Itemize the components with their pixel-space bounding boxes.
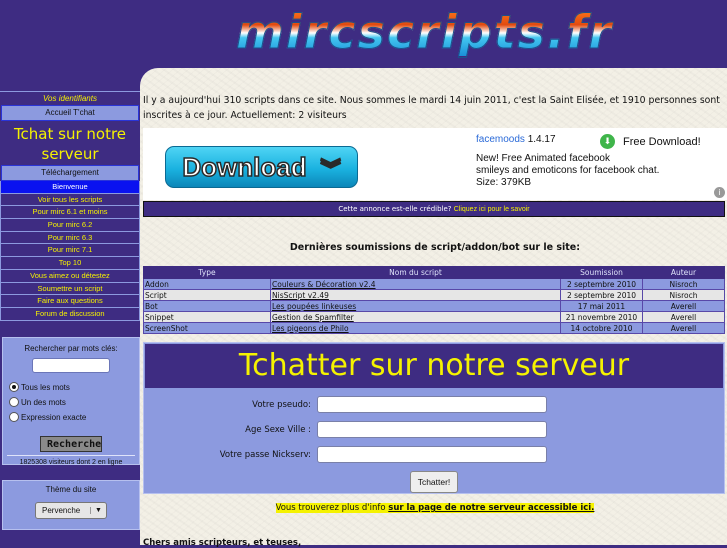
script-link[interactable]: Les pigeons de Philo [272,324,349,333]
tchat-heading[interactable]: Tchat sur notre serveur [0,121,140,165]
script-link[interactable]: NisScript v2.49 [272,291,329,300]
theme-panel: Thème du site Pervenche ▼ [2,480,140,530]
nav-faq[interactable]: Faire aux questions [1,295,139,308]
welcome-text: Chers amis scripteurs, et teuses, [143,538,302,548]
nav-mirc71[interactable]: Pour mirc 7.1 [1,244,139,258]
pseudo-input[interactable] [317,396,547,413]
header: mircscripts.fr [0,0,727,68]
server-page-link[interactable]: sur la page de notre serveur accessible … [388,503,594,513]
latest-title: Dernières soumissions de script/addon/bo… [289,242,581,253]
nav-aimez[interactable]: Vous aimez ou détestez [1,269,139,283]
nav-mirc61[interactable]: Pour mirc 6.1 et moins [1,206,139,220]
table-row: Bot Les poupées linkeuses 17 mai 2011 Av… [143,300,725,312]
visitor-count: 1825308 visiteurs dont 2 en ligne [19,459,123,466]
nav-bienvenue[interactable]: Bienvenue [1,181,139,194]
ad-banner[interactable]: Download ︾ facemoods 1.4.17 ⬇ Free Downlo… [143,128,727,200]
nickserv-label: Votre passe Nickserv: [219,449,311,460]
info-icon[interactable]: i [714,187,725,198]
ad-credibility-link[interactable]: Cliquez ici pour le savoir [454,206,530,213]
chevron-down-icon[interactable]: ▼ [90,507,106,514]
ad-brand[interactable]: facemoods [476,134,525,145]
script-link[interactable]: Les poupées linkeuses [272,302,356,311]
table-row: Script NisScript v2.49 2 septembre 2010 … [143,289,725,301]
nav-mirc62[interactable]: Pour mirc 6.2 [1,219,139,232]
double-chevron-down-icon: ︾ [320,158,342,182]
telechargement-button[interactable]: Téléchargement [1,165,139,181]
radio-unchecked-icon[interactable] [9,397,19,407]
nav-mirc63[interactable]: Pour mirc 6.3 [1,231,139,245]
script-link[interactable]: Couleurs & Décoration v2.4 [272,280,376,289]
asv-label: Age Sexe Ville : [245,424,311,435]
radio-tous-les-mots[interactable]: Tous les mots [9,380,139,394]
nickserv-password-input[interactable] [317,446,547,463]
ad-download-button[interactable]: Download ︾ [165,146,358,188]
latest-table: Type Nom du script Soumission Auteur Add… [143,266,725,334]
script-link[interactable]: Gestion de Spamfilter [272,313,354,322]
theme-label: Thème du site [45,485,97,494]
chat-title: Tchatter sur notre serveur [145,344,723,388]
nav-top10[interactable]: Top 10 [1,257,139,270]
table-row: Snippet Gestion de Spamfilter 21 novembr… [143,311,725,323]
nav-voir-tous[interactable]: Voir tous les scripts [1,193,139,207]
accueil-tchat-button[interactable]: Accueil T'chat [1,105,139,121]
download-arrow-icon: ⬇ [600,134,615,149]
radio-checked-icon[interactable] [9,382,19,392]
col-auteur: Auteur [642,266,725,279]
col-nom: Nom du script [270,266,561,279]
table-row: Addon Couleurs & Décoration v2.4 2 septe… [143,278,725,290]
nav-forum[interactable]: Forum de discussion [1,307,139,321]
sidebar-nav: Bienvenue Voir tous les scripts Pour mir… [0,181,140,321]
theme-select[interactable]: Pervenche ▼ [35,502,107,519]
ad-credibility-bar: Cette annonce est-elle crédible? Cliquez… [143,201,725,217]
search-panel: Rechercher par mots clés: Tous les mots … [2,337,140,466]
col-type: Type [143,266,271,279]
table-row: ScreenShot Les pigeons de Philo 14 octob… [143,322,725,334]
ident-title: Vos identifiants [0,91,140,105]
col-soumission: Soumission [560,266,643,279]
pseudo-label: Votre pseudo: [252,399,311,410]
search-input[interactable] [32,358,110,373]
tchatter-button[interactable]: Tchatter! [410,471,458,493]
chat-form: Tchatter sur notre serveur Votre pseudo:… [143,342,725,494]
ad-free-download[interactable]: ⬇ Free Download! [600,134,701,149]
radio-expression-exacte[interactable]: Expression exacte [9,410,139,424]
more-info: Vous trouverez plus d'info sur la page d… [275,503,595,513]
sidebar: Vos identifiants Accueil T'chat Tchat su… [0,91,140,321]
theme-selected: Pervenche [42,506,81,515]
nav-soumettre[interactable]: Soumettre un script [1,282,139,296]
radio-unchecked-icon[interactable] [9,412,19,422]
site-logo[interactable]: mircscripts.fr [236,8,656,57]
search-label: Rechercher par mots clés: [24,344,118,353]
ad-text: facemoods 1.4.17 ⬇ Free Download! New! F… [476,134,701,188]
divider [7,455,135,456]
radio-un-des-mots[interactable]: Un des mots [9,395,139,409]
asv-input[interactable] [317,421,547,438]
intro-text: Il y a aujourd'hui 310 scripts dans ce s… [143,95,720,121]
search-button[interactable]: Recherche [40,436,102,452]
